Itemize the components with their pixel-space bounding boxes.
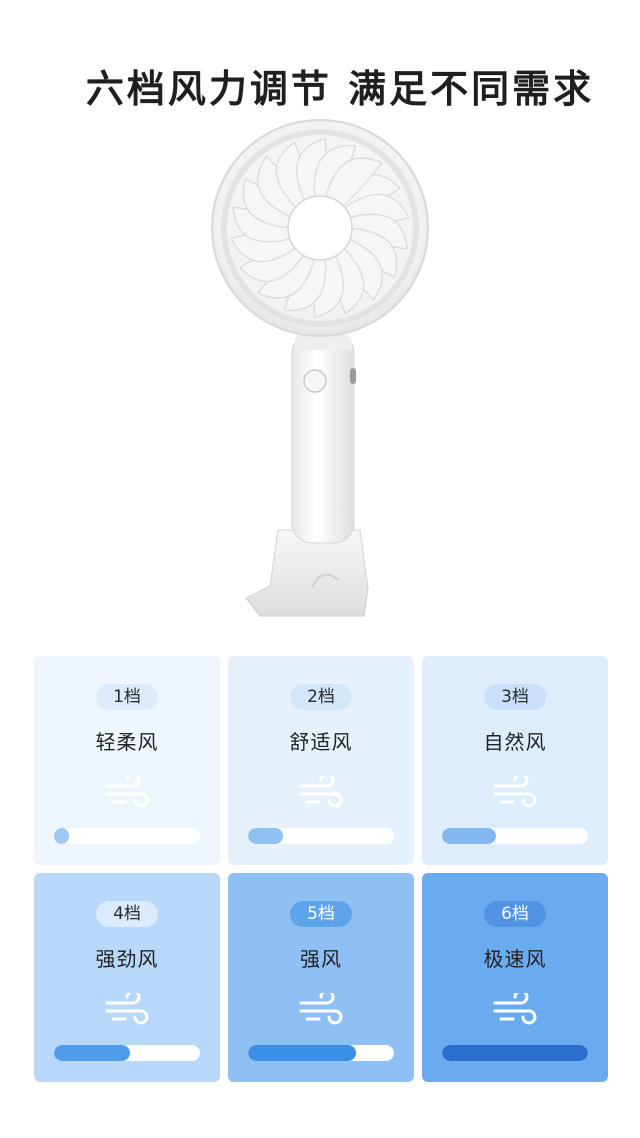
speed-name: 舒适风	[289, 730, 353, 754]
speed-level-bar	[442, 828, 588, 844]
speed-badge: 5档	[290, 901, 352, 927]
speed-name: 极速风	[483, 947, 547, 971]
speed-card-6: 6档 极速风	[422, 873, 608, 1082]
speed-level-fill	[54, 1045, 130, 1061]
speed-level-fill	[248, 1045, 357, 1061]
speed-name: 自然风	[483, 730, 547, 754]
speed-level-bar	[54, 1045, 200, 1061]
speed-badge: 6档	[484, 901, 546, 927]
handheld-fan-image	[200, 118, 440, 628]
wind-icon	[105, 993, 149, 1025]
wind-icon	[299, 776, 343, 808]
speed-badge: 3档	[484, 684, 546, 710]
speed-name: 强风	[300, 947, 342, 971]
speed-card-3: 3档 自然风	[422, 656, 608, 865]
speed-modes-grid: 1档 轻柔风 2档 舒适风 3档 自然风 4档 强劲风 5档 强风 6档 极速风	[34, 656, 608, 1082]
speed-level-fill	[54, 828, 69, 844]
speed-level-bar	[54, 828, 200, 844]
wind-icon	[105, 776, 149, 808]
speed-card-5: 5档 强风	[228, 873, 414, 1082]
speed-badge: 2档	[290, 684, 352, 710]
wind-icon	[493, 993, 537, 1025]
speed-name: 轻柔风	[95, 730, 159, 754]
wind-icon	[299, 993, 343, 1025]
speed-level-bar	[248, 828, 394, 844]
speed-card-4: 4档 强劲风	[34, 873, 220, 1082]
speed-card-1: 1档 轻柔风	[34, 656, 220, 865]
speed-level-fill	[248, 828, 284, 844]
speed-level-bar	[442, 1045, 588, 1061]
speed-badge: 4档	[96, 901, 158, 927]
speed-level-fill	[442, 828, 497, 844]
speed-badge: 1档	[96, 684, 158, 710]
wind-icon	[493, 776, 537, 808]
speed-level-fill	[442, 1045, 588, 1061]
fan-illustration	[211, 119, 429, 617]
speed-name: 强劲风	[95, 947, 159, 971]
speed-card-2: 2档 舒适风	[228, 656, 414, 865]
headline: 六档风力调节 满足不同需求	[85, 67, 595, 111]
speed-level-bar	[248, 1045, 394, 1061]
